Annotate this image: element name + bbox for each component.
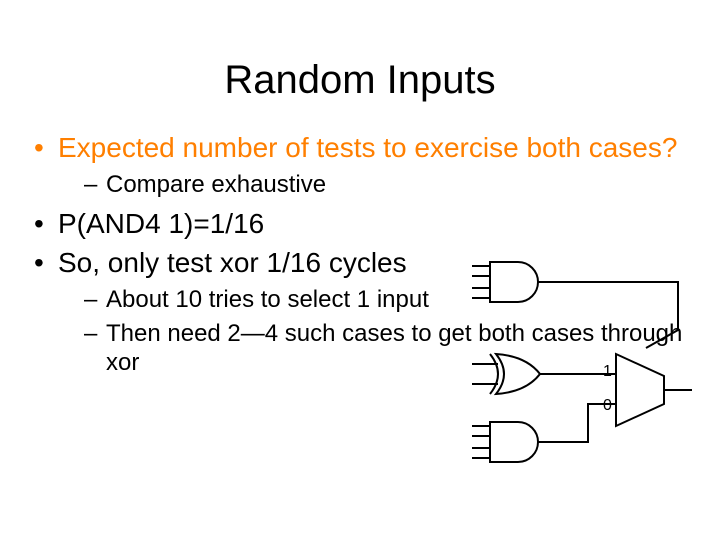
bullet-item: P(AND4 1)=1/16 [30, 207, 694, 240]
mux-icon: 1 0 [603, 354, 692, 426]
bullet-text: So, only test xor 1/16 cycles [58, 247, 407, 278]
sub-bullet-item: Compare exhaustive [58, 170, 694, 199]
slide: Random Inputs Expected number of tests t… [0, 58, 720, 540]
wire-icon [560, 282, 678, 348]
xor-gate-icon [472, 354, 576, 394]
and4-gate-bottom-icon [472, 422, 568, 462]
bullet-list-lv2: Compare exhaustive [58, 170, 694, 199]
slide-title: Random Inputs [0, 58, 720, 103]
bullet-text: P(AND4 1)=1/16 [58, 208, 264, 239]
circuit-diagram: 1 0 [468, 254, 698, 474]
and4-gate-top-icon [472, 262, 560, 302]
bullet-text: Expected number of tests to exercise bot… [58, 132, 677, 163]
bullet-item: Expected number of tests to exercise bot… [30, 131, 694, 199]
mux-label-0: 0 [603, 397, 612, 414]
mux-label-1: 1 [603, 363, 612, 380]
sub-bullet-text: Compare exhaustive [106, 171, 326, 198]
sub-bullet-text: About 10 tries to select 1 input [106, 286, 429, 313]
